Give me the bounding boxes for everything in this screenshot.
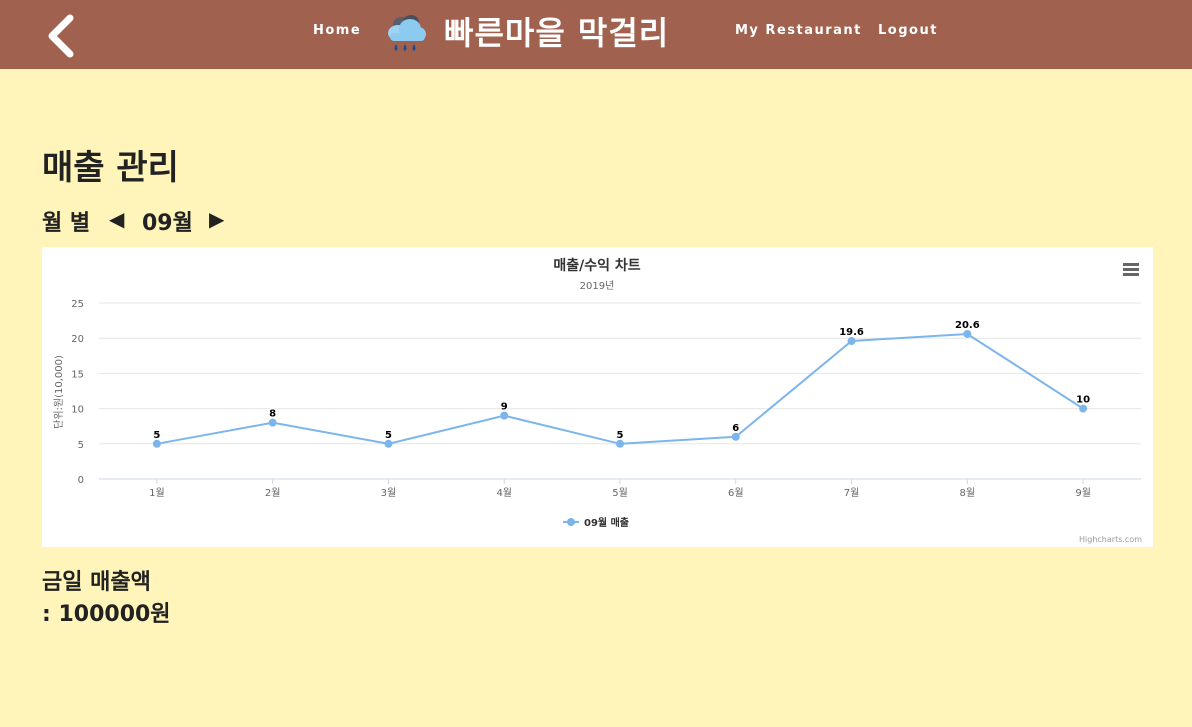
sales-chart: 0 5 10 15 20 25 1월 2월 3월 4월 5월 6월 7월 8월 9월 5 8 5 9 5 6 19.6 2… — [42, 247, 1153, 547]
next-month-button[interactable]: ▶ — [209, 207, 224, 231]
top-navbar: Home 빠른마을 막걸리 My Restaurant Logout — [0, 0, 1192, 69]
data-point[interactable] — [152, 439, 161, 448]
hamburger-menu-icon[interactable] — [1120, 261, 1142, 279]
y-axis-title: 단위:원(10,000) — [52, 355, 65, 429]
data-point[interactable] — [847, 337, 856, 346]
data-label: 20.6 — [955, 320, 980, 331]
chart-credits-link[interactable]: Highcharts.com — [1079, 535, 1142, 544]
x-tick-label: 5월 — [612, 487, 628, 499]
legend-marker-symbol — [567, 518, 575, 526]
data-label: 5 — [153, 430, 160, 441]
data-point[interactable] — [616, 439, 624, 448]
x-tick-label: 1월 — [149, 487, 165, 499]
chart-legend[interactable]: 09월 매출 — [563, 516, 629, 529]
prev-month-button[interactable]: ◀ — [109, 207, 124, 231]
current-month-label: 09월 — [142, 211, 193, 236]
data-point[interactable] — [1079, 404, 1088, 413]
rain-cloud-icon — [384, 11, 430, 57]
data-label: 10 — [1076, 395, 1090, 406]
data-label: 6 — [732, 423, 739, 434]
legend-series-label: 09월 매출 — [584, 516, 629, 529]
x-tick-label: 7월 — [844, 487, 860, 499]
y-tick-label: 15 — [71, 369, 84, 380]
data-label: 5 — [385, 430, 392, 441]
x-tick-label: 9월 — [1075, 487, 1091, 499]
x-tick-label: 4월 — [496, 487, 512, 499]
data-point[interactable] — [500, 411, 509, 420]
data-label: 5 — [617, 430, 624, 441]
data-point[interactable] — [268, 418, 277, 427]
data-label: 8 — [269, 409, 276, 420]
data-point[interactable] — [731, 432, 740, 441]
chevron-left-icon — [48, 14, 74, 58]
y-tick-label: 10 — [71, 405, 84, 416]
chart-subtitle: 2019년 — [580, 280, 615, 292]
y-tick-label: 5 — [78, 440, 84, 451]
data-label: 9 — [501, 402, 508, 413]
x-tick-label: 6월 — [728, 487, 744, 499]
x-tick-label: 3월 — [381, 487, 397, 499]
series-line — [156, 332, 1084, 445]
nav-my-restaurant-link[interactable]: My Restaurant — [735, 23, 862, 38]
y-tick-label: 20 — [71, 334, 84, 345]
brand-logo-text[interactable]: 빠른마을 막걸리 — [444, 8, 669, 54]
x-tick-label: 8월 — [960, 487, 976, 499]
data-point[interactable] — [963, 329, 972, 338]
page-title: 매출 관리 — [42, 148, 179, 188]
chart-title: 매출/수익 차트 — [553, 257, 640, 274]
today-sales-label: 금일 매출액 — [42, 570, 151, 595]
period-label: 월 별 — [42, 211, 91, 236]
today-sales-value: : 100000원 — [42, 602, 171, 627]
data-label: 19.6 — [839, 327, 864, 338]
nav-home-link[interactable]: Home — [313, 23, 361, 38]
chart-svg: 0 5 10 15 20 25 1월 2월 3월 4월 5월 6월 7월 8월 9월 5 8 5 9 5 6 19.6 2… — [52, 257, 1142, 544]
y-tick-label: 0 — [78, 475, 84, 486]
y-tick-label: 25 — [71, 299, 84, 310]
x-tick-label: 2월 — [265, 487, 281, 499]
back-button[interactable] — [42, 14, 82, 58]
nav-logout-link[interactable]: Logout — [878, 23, 938, 38]
data-point[interactable] — [384, 439, 393, 448]
